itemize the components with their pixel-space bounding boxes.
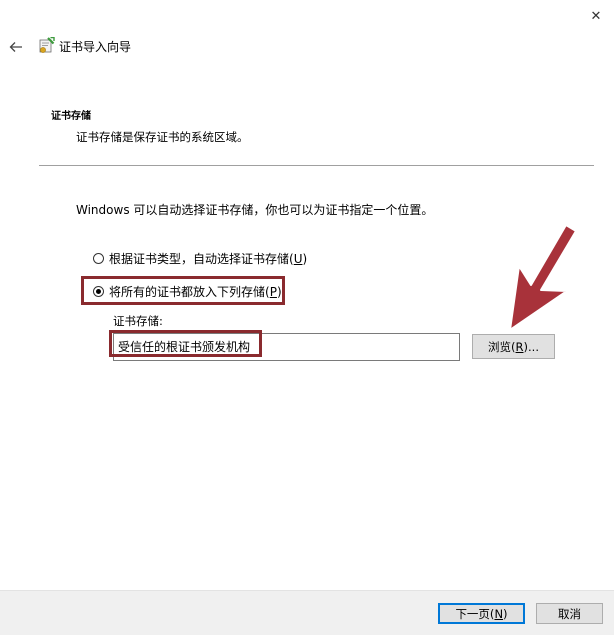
back-arrow-icon: [9, 42, 22, 52]
back-button[interactable]: [6, 38, 26, 56]
certificate-wizard-icon: [37, 36, 55, 55]
browse-button[interactable]: 浏览(R)...: [472, 334, 555, 359]
section-description: 证书存储是保存证书的系统区域。: [76, 130, 249, 144]
store-label: 证书存储:: [113, 314, 163, 328]
cancel-button[interactable]: 取消: [536, 603, 603, 624]
radio-auto-label: 根据证书类型，自动选择证书存储(U): [109, 252, 308, 266]
close-icon: ✕: [590, 8, 602, 24]
next-button[interactable]: 下一页(N): [438, 603, 525, 624]
close-button[interactable]: ✕: [584, 6, 608, 26]
wizard-title: 证书导入向导: [59, 40, 132, 54]
intro-text: Windows 可以自动选择证书存储，你也可以为证书指定一个位置。: [76, 203, 434, 217]
header-divider: [39, 165, 594, 166]
radio-auto-select-store[interactable]: 根据证书类型，自动选择证书存储(U): [93, 250, 307, 267]
highlight-box-radio: [81, 276, 285, 305]
section-title: 证书存储: [51, 111, 91, 122]
annotation-arrow: [509, 225, 577, 331]
highlight-box-store: [109, 330, 262, 357]
radio-circle-auto[interactable]: [93, 253, 104, 264]
